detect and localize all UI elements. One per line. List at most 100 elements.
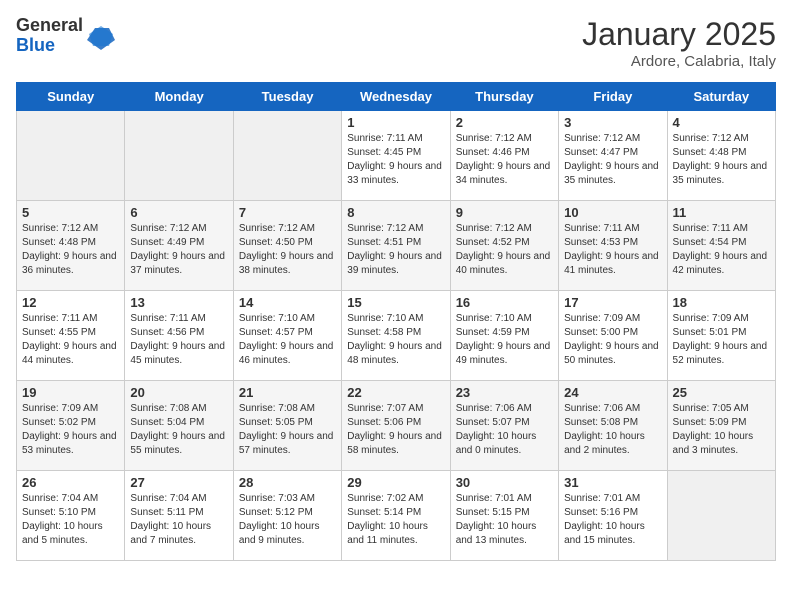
title-block: January 2025 Ardore, Calabria, Italy <box>582 16 776 70</box>
page-header: General Blue January 2025 Ardore, Calabr… <box>16 16 776 70</box>
day-info: Sunrise: 7:11 AM Sunset: 4:55 PM Dayligh… <box>22 312 119 368</box>
day-info: Sunrise: 7:12 AM Sunset: 4:51 PM Dayligh… <box>347 222 444 278</box>
calendar-cell: 17 Sunrise: 7:09 AM Sunset: 5:00 PM Dayli… <box>559 291 667 381</box>
day-number: 15 <box>347 295 444 310</box>
day-number: 18 <box>673 295 770 310</box>
calendar-cell: 22 Sunrise: 7:07 AM Sunset: 5:06 PM Dayli… <box>342 381 450 471</box>
logo-blue: Blue <box>16 36 83 56</box>
day-number: 25 <box>673 385 770 400</box>
day-info: Sunrise: 7:06 AM Sunset: 5:07 PM Dayligh… <box>456 402 553 458</box>
day-info: Sunrise: 7:10 AM Sunset: 4:57 PM Dayligh… <box>239 312 336 368</box>
calendar-cell: 16 Sunrise: 7:10 AM Sunset: 4:59 PM Dayli… <box>450 291 558 381</box>
day-info: Sunrise: 7:12 AM Sunset: 4:46 PM Dayligh… <box>456 132 553 188</box>
day-number: 22 <box>347 385 444 400</box>
day-number: 6 <box>130 205 227 220</box>
calendar-cell: 13 Sunrise: 7:11 AM Sunset: 4:56 PM Dayli… <box>125 291 233 381</box>
column-header-saturday: Saturday <box>667 83 775 111</box>
calendar-cell: 3 Sunrise: 7:12 AM Sunset: 4:47 PM Daylig… <box>559 111 667 201</box>
day-number: 20 <box>130 385 227 400</box>
calendar-cell: 14 Sunrise: 7:10 AM Sunset: 4:57 PM Dayli… <box>233 291 341 381</box>
location-subtitle: Ardore, Calabria, Italy <box>582 53 776 70</box>
day-number: 7 <box>239 205 336 220</box>
calendar-cell <box>17 111 125 201</box>
day-number: 23 <box>456 385 553 400</box>
day-info: Sunrise: 7:12 AM Sunset: 4:50 PM Dayligh… <box>239 222 336 278</box>
calendar-cell: 18 Sunrise: 7:09 AM Sunset: 5:01 PM Dayli… <box>667 291 775 381</box>
day-number: 1 <box>347 115 444 130</box>
column-header-thursday: Thursday <box>450 83 558 111</box>
day-info: Sunrise: 7:06 AM Sunset: 5:08 PM Dayligh… <box>564 402 661 458</box>
day-number: 3 <box>564 115 661 130</box>
day-number: 14 <box>239 295 336 310</box>
logo-general: General <box>16 16 83 36</box>
column-header-wednesday: Wednesday <box>342 83 450 111</box>
day-info: Sunrise: 7:11 AM Sunset: 4:56 PM Dayligh… <box>130 312 227 368</box>
day-info: Sunrise: 7:10 AM Sunset: 4:58 PM Dayligh… <box>347 312 444 368</box>
calendar-cell: 27 Sunrise: 7:04 AM Sunset: 5:11 PM Dayli… <box>125 471 233 561</box>
day-number: 31 <box>564 475 661 490</box>
calendar-week-3: 12 Sunrise: 7:11 AM Sunset: 4:55 PM Dayli… <box>17 291 776 381</box>
day-number: 10 <box>564 205 661 220</box>
logo-text: General Blue <box>16 16 83 56</box>
calendar-cell: 11 Sunrise: 7:11 AM Sunset: 4:54 PM Dayli… <box>667 201 775 291</box>
day-number: 30 <box>456 475 553 490</box>
calendar-cell: 24 Sunrise: 7:06 AM Sunset: 5:08 PM Dayli… <box>559 381 667 471</box>
calendar-cell: 30 Sunrise: 7:01 AM Sunset: 5:15 PM Dayli… <box>450 471 558 561</box>
day-number: 27 <box>130 475 227 490</box>
calendar-cell: 6 Sunrise: 7:12 AM Sunset: 4:49 PM Daylig… <box>125 201 233 291</box>
calendar-cell <box>667 471 775 561</box>
day-number: 11 <box>673 205 770 220</box>
calendar-cell <box>233 111 341 201</box>
day-info: Sunrise: 7:10 AM Sunset: 4:59 PM Dayligh… <box>456 312 553 368</box>
day-number: 24 <box>564 385 661 400</box>
calendar-cell: 28Sunrise: 7:03 AM Sunset: 5:12 PM Dayli… <box>233 471 341 561</box>
day-info: Sunrise: 7:09 AM Sunset: 5:00 PM Dayligh… <box>564 312 661 368</box>
calendar-cell: 7 Sunrise: 7:12 AM Sunset: 4:50 PM Daylig… <box>233 201 341 291</box>
calendar-cell: 20Sunrise: 7:08 AM Sunset: 5:04 PM Dayli… <box>125 381 233 471</box>
day-number: 13 <box>130 295 227 310</box>
logo: General Blue <box>16 16 115 56</box>
calendar-cell: 2Sunrise: 7:12 AM Sunset: 4:46 PM Daylig… <box>450 111 558 201</box>
day-info: Sunrise: 7:12 AM Sunset: 4:48 PM Dayligh… <box>673 132 770 188</box>
day-info: Sunrise: 7:09 AM Sunset: 5:01 PM Dayligh… <box>673 312 770 368</box>
day-info: Sunrise: 7:11 AM Sunset: 4:53 PM Dayligh… <box>564 222 661 278</box>
day-number: 12 <box>22 295 119 310</box>
calendar-cell: 19Sunrise: 7:09 AM Sunset: 5:02 PM Dayli… <box>17 381 125 471</box>
day-info: Sunrise: 7:12 AM Sunset: 4:47 PM Dayligh… <box>564 132 661 188</box>
day-info: Sunrise: 7:01 AM Sunset: 5:15 PM Dayligh… <box>456 492 553 548</box>
day-number: 26 <box>22 475 119 490</box>
day-number: 4 <box>673 115 770 130</box>
calendar-cell: 31 Sunrise: 7:01 AM Sunset: 5:16 PM Dayli… <box>559 471 667 561</box>
day-info: Sunrise: 7:04 AM Sunset: 5:11 PM Dayligh… <box>130 492 227 548</box>
day-number: 16 <box>456 295 553 310</box>
day-info: Sunrise: 7:04 AM Sunset: 5:10 PM Dayligh… <box>22 492 119 548</box>
day-number: 29 <box>347 475 444 490</box>
calendar-cell: 15 Sunrise: 7:10 AM Sunset: 4:58 PM Dayli… <box>342 291 450 381</box>
day-number: 9 <box>456 205 553 220</box>
day-info: Sunrise: 7:01 AM Sunset: 5:16 PM Dayligh… <box>564 492 661 548</box>
column-header-tuesday: Tuesday <box>233 83 341 111</box>
calendar-cell: 5Sunrise: 7:12 AM Sunset: 4:48 PM Daylig… <box>17 201 125 291</box>
month-title: January 2025 <box>582 16 776 53</box>
calendar-cell: 21Sunrise: 7:08 AM Sunset: 5:05 PM Dayli… <box>233 381 341 471</box>
logo-icon <box>87 22 115 50</box>
calendar-week-2: 5Sunrise: 7:12 AM Sunset: 4:48 PM Daylig… <box>17 201 776 291</box>
day-info: Sunrise: 7:12 AM Sunset: 4:52 PM Dayligh… <box>456 222 553 278</box>
day-info: Sunrise: 7:05 AM Sunset: 5:09 PM Dayligh… <box>673 402 770 458</box>
day-info: Sunrise: 7:09 AM Sunset: 5:02 PM Dayligh… <box>22 402 119 458</box>
column-header-monday: Monday <box>125 83 233 111</box>
calendar-cell: 12 Sunrise: 7:11 AM Sunset: 4:55 PM Dayli… <box>17 291 125 381</box>
calendar-week-1: 1 Sunrise: 7:11 AM Sunset: 4:45 PM Daylig… <box>17 111 776 201</box>
day-number: 17 <box>564 295 661 310</box>
day-info: Sunrise: 7:07 AM Sunset: 5:06 PM Dayligh… <box>347 402 444 458</box>
calendar-cell: 10 Sunrise: 7:11 AM Sunset: 4:53 PM Dayli… <box>559 201 667 291</box>
calendar-header-row: SundayMondayTuesdayWednesdayThursdayFrid… <box>17 83 776 111</box>
calendar-cell <box>125 111 233 201</box>
day-info: Sunrise: 7:08 AM Sunset: 5:05 PM Dayligh… <box>239 402 336 458</box>
day-info: Sunrise: 7:11 AM Sunset: 4:45 PM Dayligh… <box>347 132 444 188</box>
day-info: Sunrise: 7:02 AM Sunset: 5:14 PM Dayligh… <box>347 492 444 548</box>
day-info: Sunrise: 7:11 AM Sunset: 4:54 PM Dayligh… <box>673 222 770 278</box>
day-info: Sunrise: 7:12 AM Sunset: 4:49 PM Dayligh… <box>130 222 227 278</box>
calendar-cell: 1 Sunrise: 7:11 AM Sunset: 4:45 PM Daylig… <box>342 111 450 201</box>
calendar-cell: 4 Sunrise: 7:12 AM Sunset: 4:48 PM Daylig… <box>667 111 775 201</box>
